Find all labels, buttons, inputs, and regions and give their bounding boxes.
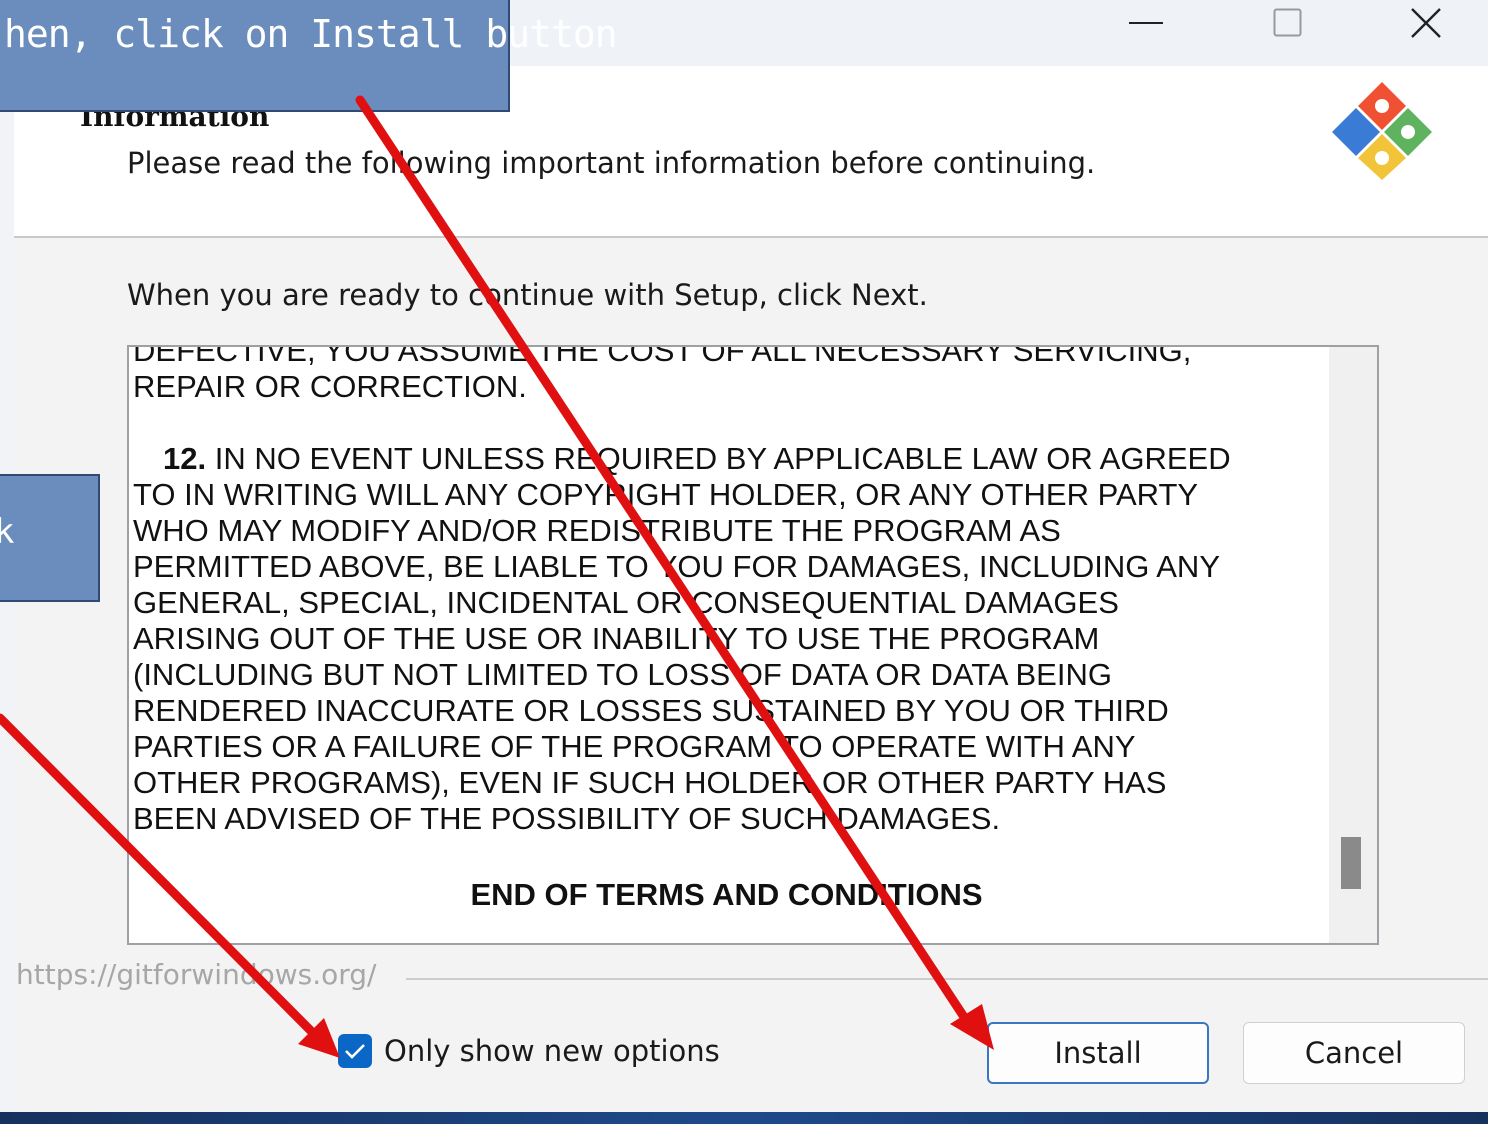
setup-window: Information Please read the following im… bbox=[14, 0, 1488, 1112]
memo-scrollbar[interactable] bbox=[1329, 347, 1377, 943]
cancel-button[interactable]: Cancel bbox=[1243, 1022, 1465, 1084]
install-button[interactable]: Install bbox=[987, 1022, 1209, 1084]
checkmark-icon bbox=[345, 1044, 365, 1059]
minimize-button[interactable] bbox=[1106, 0, 1186, 46]
memo-line: ARISING OUT OF THE USE OR INABILITY TO U… bbox=[133, 621, 1100, 656]
minimize-icon bbox=[1129, 22, 1163, 24]
memo-line: IN NO EVENT UNLESS REQUIRED BY APPLICABL… bbox=[214, 441, 1231, 476]
close-button[interactable] bbox=[1386, 0, 1466, 46]
annotation-callout-top: hen, click on Install button bbox=[0, 0, 618, 112]
website-link[interactable]: https://gitforwindows.org/ bbox=[16, 958, 376, 991]
memo-line: (INCLUDING BUT NOT LIMITED TO LOSS OF DA… bbox=[133, 657, 1112, 692]
annotation-callout-left: k bbox=[0, 474, 100, 602]
memo-line: OTHER PROGRAMS), EVEN IF SUCH HOLDER OR … bbox=[133, 765, 1167, 800]
memo-text: DEFECTIVE, YOU ASSUME THE COST OF ALL NE… bbox=[133, 347, 1328, 913]
memo-line: TO IN WRITING WILL ANY COPYRIGHT HOLDER,… bbox=[133, 477, 1199, 512]
memo-clause-first-line: 12. IN NO EVENT UNLESS REQUIRED BY APPLI… bbox=[133, 441, 1328, 477]
memo-line: WHO MAY MODIFY AND/OR REDISTRIBUTE THE P… bbox=[133, 513, 1061, 548]
taskbar-strip bbox=[0, 1112, 1488, 1124]
memo-line: PERMITTED ABOVE, BE LIABLE TO YOU FOR DA… bbox=[133, 549, 1220, 584]
maximize-icon bbox=[1273, 8, 1302, 37]
checkbox-label[interactable]: Only show new options bbox=[384, 1034, 720, 1068]
memo-line: DEFECTIVE, YOU ASSUME THE COST OF ALL NE… bbox=[133, 345, 1192, 368]
page-subtitle: Please read the following important info… bbox=[127, 146, 1096, 180]
callout-left-text: k bbox=[0, 512, 15, 552]
memo-line: REPAIR OR CORRECTION. bbox=[133, 369, 527, 404]
footer-divider bbox=[406, 978, 1488, 980]
instruction-text: When you are ready to continue with Setu… bbox=[127, 278, 928, 312]
callout-top-text: hen, click on Install button bbox=[4, 12, 618, 56]
maximize-button[interactable] bbox=[1248, 0, 1328, 46]
memo-line: RENDERED INACCURATE OR LOSSES SUSTAINED … bbox=[133, 693, 1169, 728]
header-divider bbox=[14, 236, 1488, 238]
memo-line: BEEN ADVISED OF THE POSSIBILITY OF SUCH … bbox=[133, 801, 1001, 836]
end-of-terms-title: END OF TERMS AND CONDITIONS bbox=[470, 877, 983, 912]
memo-lines-top: DEFECTIVE, YOU ASSUME THE COST OF ALL NE… bbox=[133, 345, 1328, 405]
memo-line: GENERAL, SPECIAL, INCIDENTAL OR CONSEQUE… bbox=[133, 585, 1119, 620]
memo-line: PARTIES OR A FAILURE OF THE PROGRAM TO O… bbox=[133, 729, 1136, 764]
git-logo-icon bbox=[1330, 80, 1434, 184]
close-icon bbox=[1411, 8, 1441, 38]
information-memo[interactable]: DEFECTIVE, YOU ASSUME THE COST OF ALL NE… bbox=[127, 345, 1379, 945]
scrollbar-thumb[interactable] bbox=[1341, 837, 1361, 889]
clause-number: 12. bbox=[163, 441, 207, 476]
only-show-new-options-checkbox[interactable] bbox=[338, 1034, 372, 1068]
